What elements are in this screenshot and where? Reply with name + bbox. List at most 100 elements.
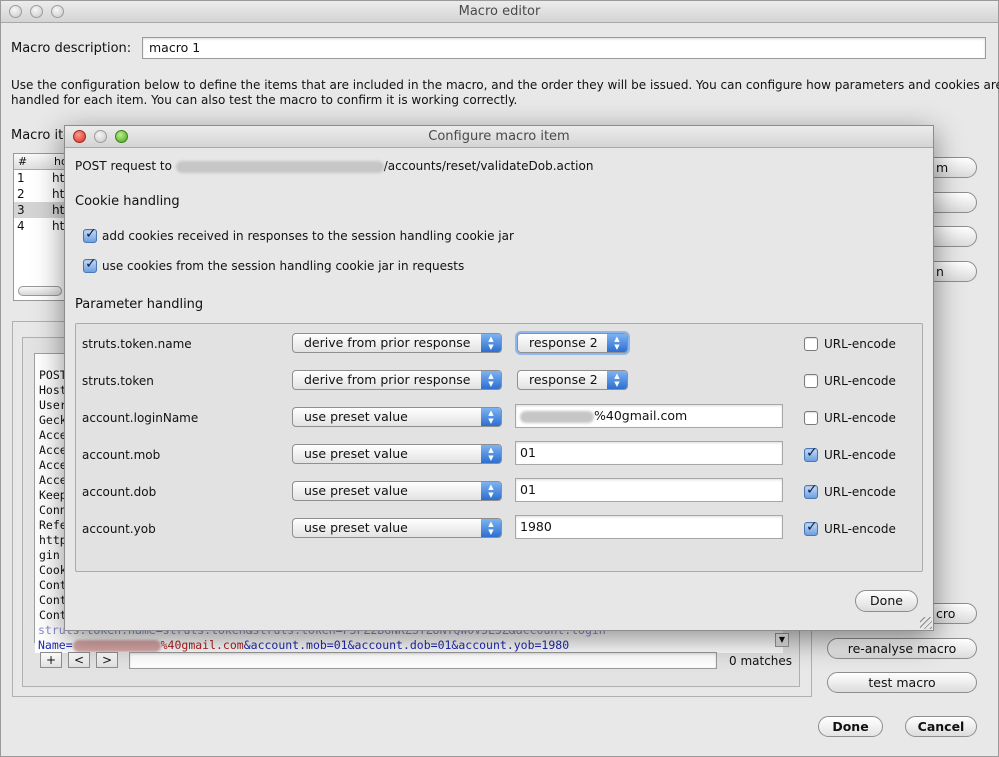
parameter-handling-heading: Parameter handling — [75, 297, 204, 312]
url-encode-checkbox[interactable] — [804, 445, 818, 462]
url-encode-label: URL-encode — [824, 374, 896, 388]
macro-items-label: Macro ite — [11, 128, 72, 143]
param-name: account.dob — [82, 485, 157, 499]
dialog-titlebar: Configure macro item — [65, 126, 933, 148]
param-mode-select[interactable]: use preset value ▲ ▼ — [292, 444, 502, 464]
zoom-window-icon[interactable] — [51, 5, 64, 18]
param-name: struts.token — [82, 374, 154, 388]
minimize-dialog-icon[interactable] — [94, 130, 107, 143]
test-macro-button[interactable]: test macro — [827, 672, 977, 693]
row-number: 3 — [17, 203, 25, 217]
redacted-login — [520, 410, 594, 423]
macro-action-label: cro — [936, 606, 956, 621]
param-mode-value: derive from prior response — [304, 372, 471, 387]
request-path: /accounts/reset/validateDob.action — [383, 159, 594, 173]
param-mode-value: use preset value — [304, 520, 408, 535]
body-fragment: &account.mob=01&account.dob=01&account.y… — [243, 638, 570, 652]
select-arrows-icon: ▲ ▼ — [481, 519, 501, 537]
dialog-done-button[interactable]: Done — [855, 590, 918, 612]
cancel-button[interactable]: Cancel — [905, 716, 977, 737]
configure-macro-item-dialog: Configure macro item POST request to /ac… — [64, 125, 934, 631]
table-row[interactable]: 3htt — [14, 202, 64, 218]
url-encode-label: URL-encode — [824, 448, 896, 462]
window-title: Macro editor — [458, 4, 541, 19]
table-row[interactable]: 1htt — [14, 170, 64, 186]
close-dialog-icon[interactable] — [73, 130, 86, 143]
side-button-label: m — [936, 160, 949, 175]
param-mode-value: derive from prior response — [304, 335, 471, 350]
select-arrows-icon: ▲ ▼ — [481, 371, 501, 389]
param-value-input[interactable]: 01 — [515, 441, 783, 465]
param-mode-select[interactable]: use preset value ▲ ▼ — [292, 518, 502, 538]
vertical-scroll-arrow[interactable]: ▼ — [775, 633, 789, 647]
minimize-window-icon[interactable] — [30, 5, 43, 18]
param-name: account.loginName — [82, 411, 199, 425]
param-mode-select[interactable]: derive from prior response ▲ ▼ — [292, 333, 502, 353]
request-body-line-2: Name= %40gmail.com&account.mob=01&account… — [35, 638, 783, 653]
resize-grip-icon[interactable] — [920, 617, 932, 629]
url-encode-label: URL-encode — [824, 522, 896, 536]
request-target-line: POST request to /accounts/reset/validate… — [75, 159, 593, 173]
param-name: struts.token.name — [82, 337, 192, 351]
body-fragment: Name= — [38, 638, 73, 652]
redacted-email — [72, 639, 161, 652]
use-cookies-checkbox[interactable] — [83, 256, 97, 273]
side-button-label: n — [936, 264, 944, 279]
help-text-line-2: handled for each item. You can also test… — [11, 93, 518, 107]
reanalyse-macro-button[interactable]: re-analyse macro — [827, 638, 977, 659]
zoom-dialog-icon[interactable] — [115, 130, 128, 143]
url-encode-checkbox[interactable] — [804, 337, 818, 351]
select-arrows-icon: ▲ ▼ — [607, 334, 627, 352]
param-value-input[interactable]: 01 — [515, 478, 783, 502]
url-encode-checkbox[interactable] — [804, 411, 818, 425]
parameter-handling-group: struts.token.name derive from prior resp… — [75, 323, 923, 572]
param-name: account.yob — [82, 522, 156, 536]
param-mode-select[interactable]: use preset value ▲ ▼ — [292, 481, 502, 501]
url-encode-label: URL-encode — [824, 411, 896, 425]
param-response-select[interactable]: response 2 ▲ ▼ — [517, 370, 628, 390]
param-value-input[interactable]: 1980 — [515, 515, 783, 539]
request-prefix: POST request to — [75, 159, 172, 173]
macro-editor-titlebar: Macro editor — [1, 1, 998, 23]
select-arrows-icon: ▲ ▼ — [607, 371, 627, 389]
dialog-title: Configure macro item — [428, 129, 570, 144]
search-next-button[interactable]: > — [96, 652, 118, 668]
url-encode-checkbox[interactable] — [804, 374, 818, 388]
select-arrows-icon: ▲ ▼ — [481, 445, 501, 463]
param-mode-select[interactable]: derive from prior response ▲ ▼ — [292, 370, 502, 390]
row-number: 2 — [17, 187, 25, 201]
close-window-icon[interactable] — [9, 5, 22, 18]
search-add-button[interactable]: + — [40, 652, 62, 668]
column-header-number[interactable]: # — [18, 155, 27, 168]
table-row[interactable]: 2htt — [14, 186, 64, 202]
use-cookies-label: use cookies from the session handling co… — [102, 259, 465, 273]
param-mode-value: use preset value — [304, 446, 408, 461]
help-text-line-1: Use the configuration below to define th… — [11, 78, 999, 92]
url-encode-checkbox[interactable] — [804, 519, 818, 536]
done-button[interactable]: Done — [818, 716, 883, 737]
select-arrows-icon: ▲ ▼ — [481, 408, 501, 426]
redacted-host — [175, 160, 384, 173]
search-input[interactable] — [129, 652, 717, 669]
body-fragment: %40gmail.com — [160, 638, 244, 652]
table-row[interactable]: 4htt — [14, 218, 64, 234]
param-response-value: response 2 — [529, 372, 598, 387]
macro-items-table[interactable]: # ho 1htt 2htt 3htt 4htt — [13, 153, 65, 301]
select-arrows-icon: ▲ ▼ — [481, 482, 501, 500]
horizontal-scrollbar[interactable] — [18, 286, 62, 296]
url-encode-checkbox[interactable] — [804, 482, 818, 499]
macro-description-input[interactable]: macro 1 — [142, 37, 986, 59]
search-prev-button[interactable]: < — [68, 652, 90, 668]
add-cookies-checkbox[interactable] — [83, 226, 97, 243]
param-value-text: %40gmail.com — [594, 408, 688, 423]
row-number: 4 — [17, 219, 25, 233]
param-response-select[interactable]: response 2 ▲ ▼ — [517, 333, 628, 353]
param-value-input[interactable]: %40gmail.com — [515, 404, 783, 428]
select-arrows-icon: ▲ ▼ — [481, 334, 501, 352]
param-name: account.mob — [82, 448, 161, 462]
url-encode-label: URL-encode — [824, 337, 896, 351]
table-header[interactable]: # ho — [14, 154, 64, 170]
param-response-value: response 2 — [529, 335, 598, 350]
search-matches-count: 0 matches — [729, 654, 793, 668]
param-mode-select[interactable]: use preset value ▲ ▼ — [292, 407, 502, 427]
